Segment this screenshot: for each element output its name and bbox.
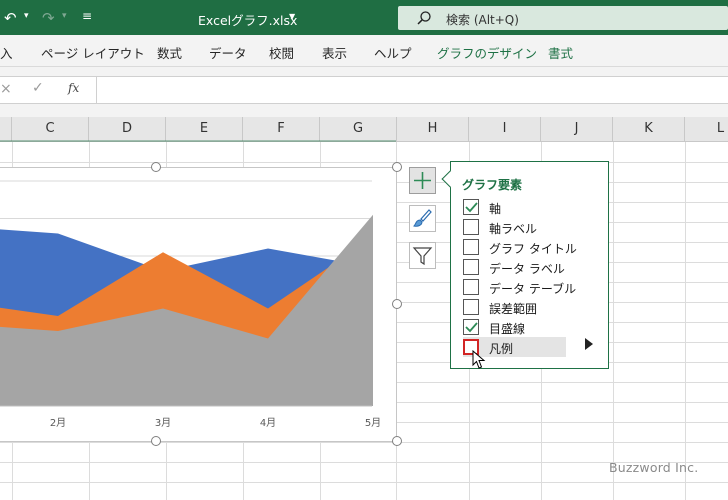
axes-checkbox[interactable] [463, 199, 479, 215]
x-tick-label: 4月 [260, 417, 276, 429]
triangle-right-icon[interactable] [585, 338, 593, 350]
resize-handle-top[interactable] [151, 162, 161, 172]
chart-element-error-bars[interactable]: 誤差範囲 [463, 297, 609, 317]
chart-area[interactable]: 1月2月3月4月5月 [0, 167, 397, 442]
column-header-c[interactable]: C [12, 117, 89, 142]
tab-page-layout[interactable]: ページ レイアウト [41, 43, 145, 62]
chart-title-checkbox[interactable] [463, 239, 479, 255]
error-bars-checkbox[interactable] [463, 299, 479, 315]
tab-formulas[interactable]: 数式 [157, 43, 182, 62]
chart-element-axis-titles[interactable]: 軸ラベル [463, 217, 609, 237]
resize-handle-top-right[interactable] [392, 162, 402, 172]
title-bar: ↶ ▾ ↷ ▾ ≡ Excelグラフ.xlsx ▼ 検索 (Alt+Q) [0, 0, 728, 35]
column-header-f[interactable]: F [243, 117, 320, 142]
gridlines-label: 目盛線 [489, 322, 526, 336]
data-table-checkbox[interactable] [463, 279, 479, 295]
chevron-down-icon[interactable]: ▼ [289, 12, 295, 21]
grid-column-line [613, 142, 614, 500]
area-chart: 1月2月3月4月5月 [0, 180, 381, 429]
resize-handle-right[interactable] [392, 299, 402, 309]
column-headers: C D E F G H I J K L [0, 117, 728, 142]
customize-qat-icon[interactable]: ≡ [82, 9, 92, 23]
panel-title: グラフ要素 [462, 178, 523, 192]
formula-bar: × ✓ fx [0, 67, 728, 117]
chart-element-data-labels[interactable]: データ ラベル [463, 257, 609, 277]
resize-handle-bottom[interactable] [151, 436, 161, 446]
gridlines-checkbox[interactable] [463, 319, 479, 335]
checkmark-icon [465, 322, 478, 333]
chart-styles-button[interactable] [409, 205, 436, 232]
paintbrush-icon [413, 209, 432, 227]
formula-separator [96, 76, 97, 104]
tab-review[interactable]: 校閲 [269, 43, 294, 62]
legend-label: 凡例 [489, 342, 514, 356]
tab-insert[interactable]: 入 [0, 43, 13, 62]
enter-button[interactable]: ✓ [32, 80, 44, 96]
column-header-h[interactable]: H [397, 117, 469, 142]
x-tick-label: 5月 [365, 417, 381, 429]
chart-element-axes[interactable]: 軸 [463, 197, 609, 217]
watermark: Buzzword Inc. [609, 460, 699, 475]
search-label: 検索 (Alt+Q) [446, 13, 519, 27]
document-title: Excelグラフ.xlsx [198, 13, 298, 28]
column-header-partial[interactable] [0, 117, 12, 142]
column-header-d[interactable]: D [89, 117, 166, 142]
checkmark-icon [465, 202, 478, 213]
grid-row-line [0, 482, 728, 483]
x-tick-label: 2月 [50, 417, 66, 429]
chart-title-label: グラフ タイトル [489, 242, 577, 256]
mouse-cursor-icon [472, 350, 486, 369]
tab-chart-design[interactable]: グラフのデザイン [437, 43, 537, 62]
ribbon-tabs: 入 ページ レイアウト 数式 データ 校閲 表示 ヘルプ グラフのデザイン 書式 [0, 35, 728, 67]
redo-dropdown-icon[interactable]: ▾ [62, 11, 67, 21]
grid-column-line [685, 142, 686, 500]
filter-icon [412, 247, 433, 266]
chart-element-chart-title[interactable]: グラフ タイトル [463, 237, 609, 257]
column-header-e[interactable]: E [166, 117, 243, 142]
resize-handle-bottom-right[interactable] [392, 436, 402, 446]
tab-format[interactable]: 書式 [548, 43, 573, 62]
data-labels-label: データ ラベル [489, 262, 565, 276]
chart-element-gridlines[interactable]: 目盛線 [463, 317, 609, 337]
column-header-i[interactable]: I [469, 117, 541, 142]
search-icon [417, 11, 431, 25]
grid-row-line [0, 162, 728, 163]
formula-bar-area [0, 76, 728, 104]
tab-data[interactable]: データ [209, 43, 247, 62]
axes-label: 軸 [489, 202, 502, 216]
undo-icon[interactable]: ↶ [4, 9, 17, 27]
x-tick-label: 3月 [155, 417, 171, 429]
plus-icon [414, 172, 431, 189]
column-header-j[interactable]: J [541, 117, 613, 142]
undo-dropdown-icon[interactable]: ▾ [24, 11, 29, 21]
error-bars-label: 誤差範囲 [489, 302, 538, 316]
cancel-button[interactable]: × [0, 81, 12, 97]
axis-titles-label: 軸ラベル [489, 222, 538, 236]
insert-function-button[interactable]: fx [68, 81, 79, 95]
redo-icon[interactable]: ↷ [42, 9, 55, 27]
search-box[interactable]: 検索 (Alt+Q) [398, 6, 728, 30]
column-header-g[interactable]: G [320, 117, 397, 142]
data-table-label: データ テーブル [489, 282, 577, 296]
chart-element-data-table[interactable]: データ テーブル [463, 277, 609, 297]
data-labels-checkbox[interactable] [463, 259, 479, 275]
chart-elements-panel: グラフ要素 軸 軸ラベル グラフ タイトル データ ラベル データ テーブル 誤… [441, 161, 609, 369]
column-header-l[interactable]: L [685, 117, 728, 142]
chart-elements-button[interactable] [409, 167, 436, 194]
axis-titles-checkbox[interactable] [463, 219, 479, 235]
tab-help[interactable]: ヘルプ [374, 43, 412, 62]
chart-filters-button[interactable] [409, 242, 436, 269]
column-header-k[interactable]: K [613, 117, 685, 142]
tab-view[interactable]: 表示 [322, 43, 347, 62]
